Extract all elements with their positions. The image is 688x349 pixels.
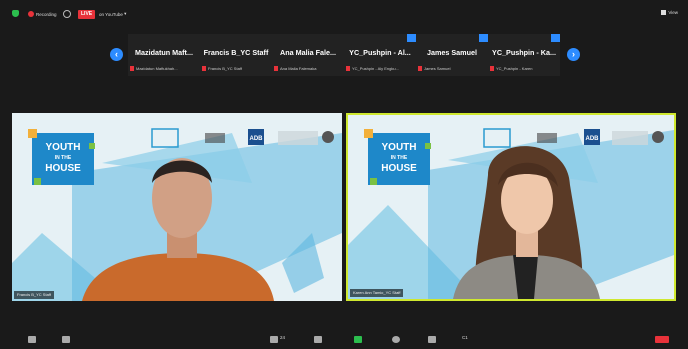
participant-tile[interactable]: Francis B_YC Staff Francis B_YC Staff bbox=[200, 34, 272, 76]
mic-off-icon bbox=[346, 66, 350, 71]
banner-line: IN THE bbox=[391, 155, 408, 161]
shield-icon[interactable] bbox=[12, 10, 19, 17]
active-speaker-video-tile[interactable]: YOUTH IN THE HOUSE ADB Karen Ann Tamio_Y… bbox=[346, 113, 676, 301]
stream-target-label: on YouTube bbox=[99, 11, 123, 17]
participant-tile[interactable]: YC_Pushpin - Ka... YC_Pushpin - Karen bbox=[488, 34, 560, 76]
meeting-top-bar: Recording LIVE on YouTube ▾ View bbox=[0, 0, 688, 22]
mic-off-icon bbox=[202, 66, 206, 71]
record-button-icon[interactable] bbox=[392, 336, 400, 343]
participant-name-tag: Karen Ann Tamio_YC Staff bbox=[350, 289, 404, 297]
participant-subtitle: Mazidatun Maftukhah... bbox=[130, 66, 199, 71]
banner-line: IN THE bbox=[55, 155, 72, 161]
video-camera-icon[interactable] bbox=[62, 336, 70, 343]
participant-subtitle: Francis B_YC Staff bbox=[202, 66, 271, 71]
partner-logo-text: ADB bbox=[586, 136, 600, 142]
banner-line: YOUTH bbox=[46, 142, 81, 153]
banner-line: HOUSE bbox=[45, 163, 81, 174]
live-stream-dropdown[interactable]: on YouTube ▾ bbox=[99, 9, 126, 19]
banner-line: YOUTH bbox=[382, 142, 417, 153]
live-badge[interactable]: LIVE bbox=[78, 10, 96, 19]
mic-off-icon bbox=[407, 34, 416, 42]
banner-line: HOUSE bbox=[381, 163, 417, 174]
video-tile[interactable]: YOUTH IN THE HOUSE ADB Francis B_YC Staf… bbox=[12, 113, 342, 301]
view-button[interactable]: View bbox=[661, 10, 678, 15]
recording-label: Recording bbox=[36, 11, 57, 17]
participant-name: James Samuel bbox=[427, 48, 477, 57]
participant-tile[interactable]: Mazidatun Maft... Mazidatun Maftukhah... bbox=[128, 34, 200, 76]
participant-name: YC_Pushpin - Al... bbox=[349, 48, 411, 57]
participants-count: 24 bbox=[280, 335, 286, 340]
mic-off-icon bbox=[418, 66, 422, 71]
meeting-toolbar: 24 C1 bbox=[0, 330, 688, 349]
participant-name-tag: Francis B_YC Staff bbox=[14, 291, 54, 299]
participant-tile[interactable]: James Samuel James Samuel bbox=[416, 34, 488, 76]
mic-off-icon bbox=[130, 66, 134, 71]
participant-subtitle: YC_Pushpin - Karen bbox=[490, 66, 559, 71]
mic-off-icon bbox=[490, 66, 494, 71]
participant-name: YC_Pushpin - Ka... bbox=[492, 48, 556, 57]
mic-off-icon bbox=[274, 66, 278, 71]
mic-off-icon bbox=[479, 34, 488, 42]
mute-icon[interactable] bbox=[28, 336, 36, 343]
participant-subtitle: YC_Pushpin - Aly Engku... bbox=[346, 66, 415, 71]
virtual-background: YOUTH IN THE HOUSE ADB bbox=[348, 115, 674, 299]
participant-subtitle: James Samuel bbox=[418, 66, 487, 71]
mic-off-icon bbox=[551, 34, 560, 42]
partner-logo-text: ADB bbox=[250, 136, 264, 142]
participant-name: Ana Malia Fale... bbox=[280, 48, 336, 57]
chat-count: C1 bbox=[462, 335, 468, 340]
participant-name: Mazidatun Maft... bbox=[135, 48, 193, 57]
participants-icon[interactable] bbox=[270, 336, 278, 343]
view-icon bbox=[661, 10, 667, 15]
reactions-icon[interactable] bbox=[428, 336, 436, 343]
participant-subtitle: Ana Malia Falemaka bbox=[274, 66, 343, 71]
chevron-right-icon[interactable]: › bbox=[567, 48, 580, 61]
share-screen-icon[interactable] bbox=[354, 336, 362, 343]
chat-icon[interactable] bbox=[314, 336, 322, 343]
end-meeting-icon[interactable] bbox=[655, 336, 669, 343]
participant-tile[interactable]: Ana Malia Fale... Ana Malia Falemaka bbox=[272, 34, 344, 76]
record-icon bbox=[28, 11, 34, 17]
pause-icon[interactable] bbox=[63, 10, 71, 18]
participant-name: Francis B_YC Staff bbox=[203, 48, 269, 57]
participant-tile[interactable]: YC_Pushpin - Al... YC_Pushpin - Aly Engk… bbox=[344, 34, 416, 76]
virtual-background: YOUTH IN THE HOUSE ADB bbox=[12, 113, 342, 301]
view-label: View bbox=[668, 10, 678, 15]
chevron-left-icon[interactable]: ‹ bbox=[110, 48, 123, 61]
